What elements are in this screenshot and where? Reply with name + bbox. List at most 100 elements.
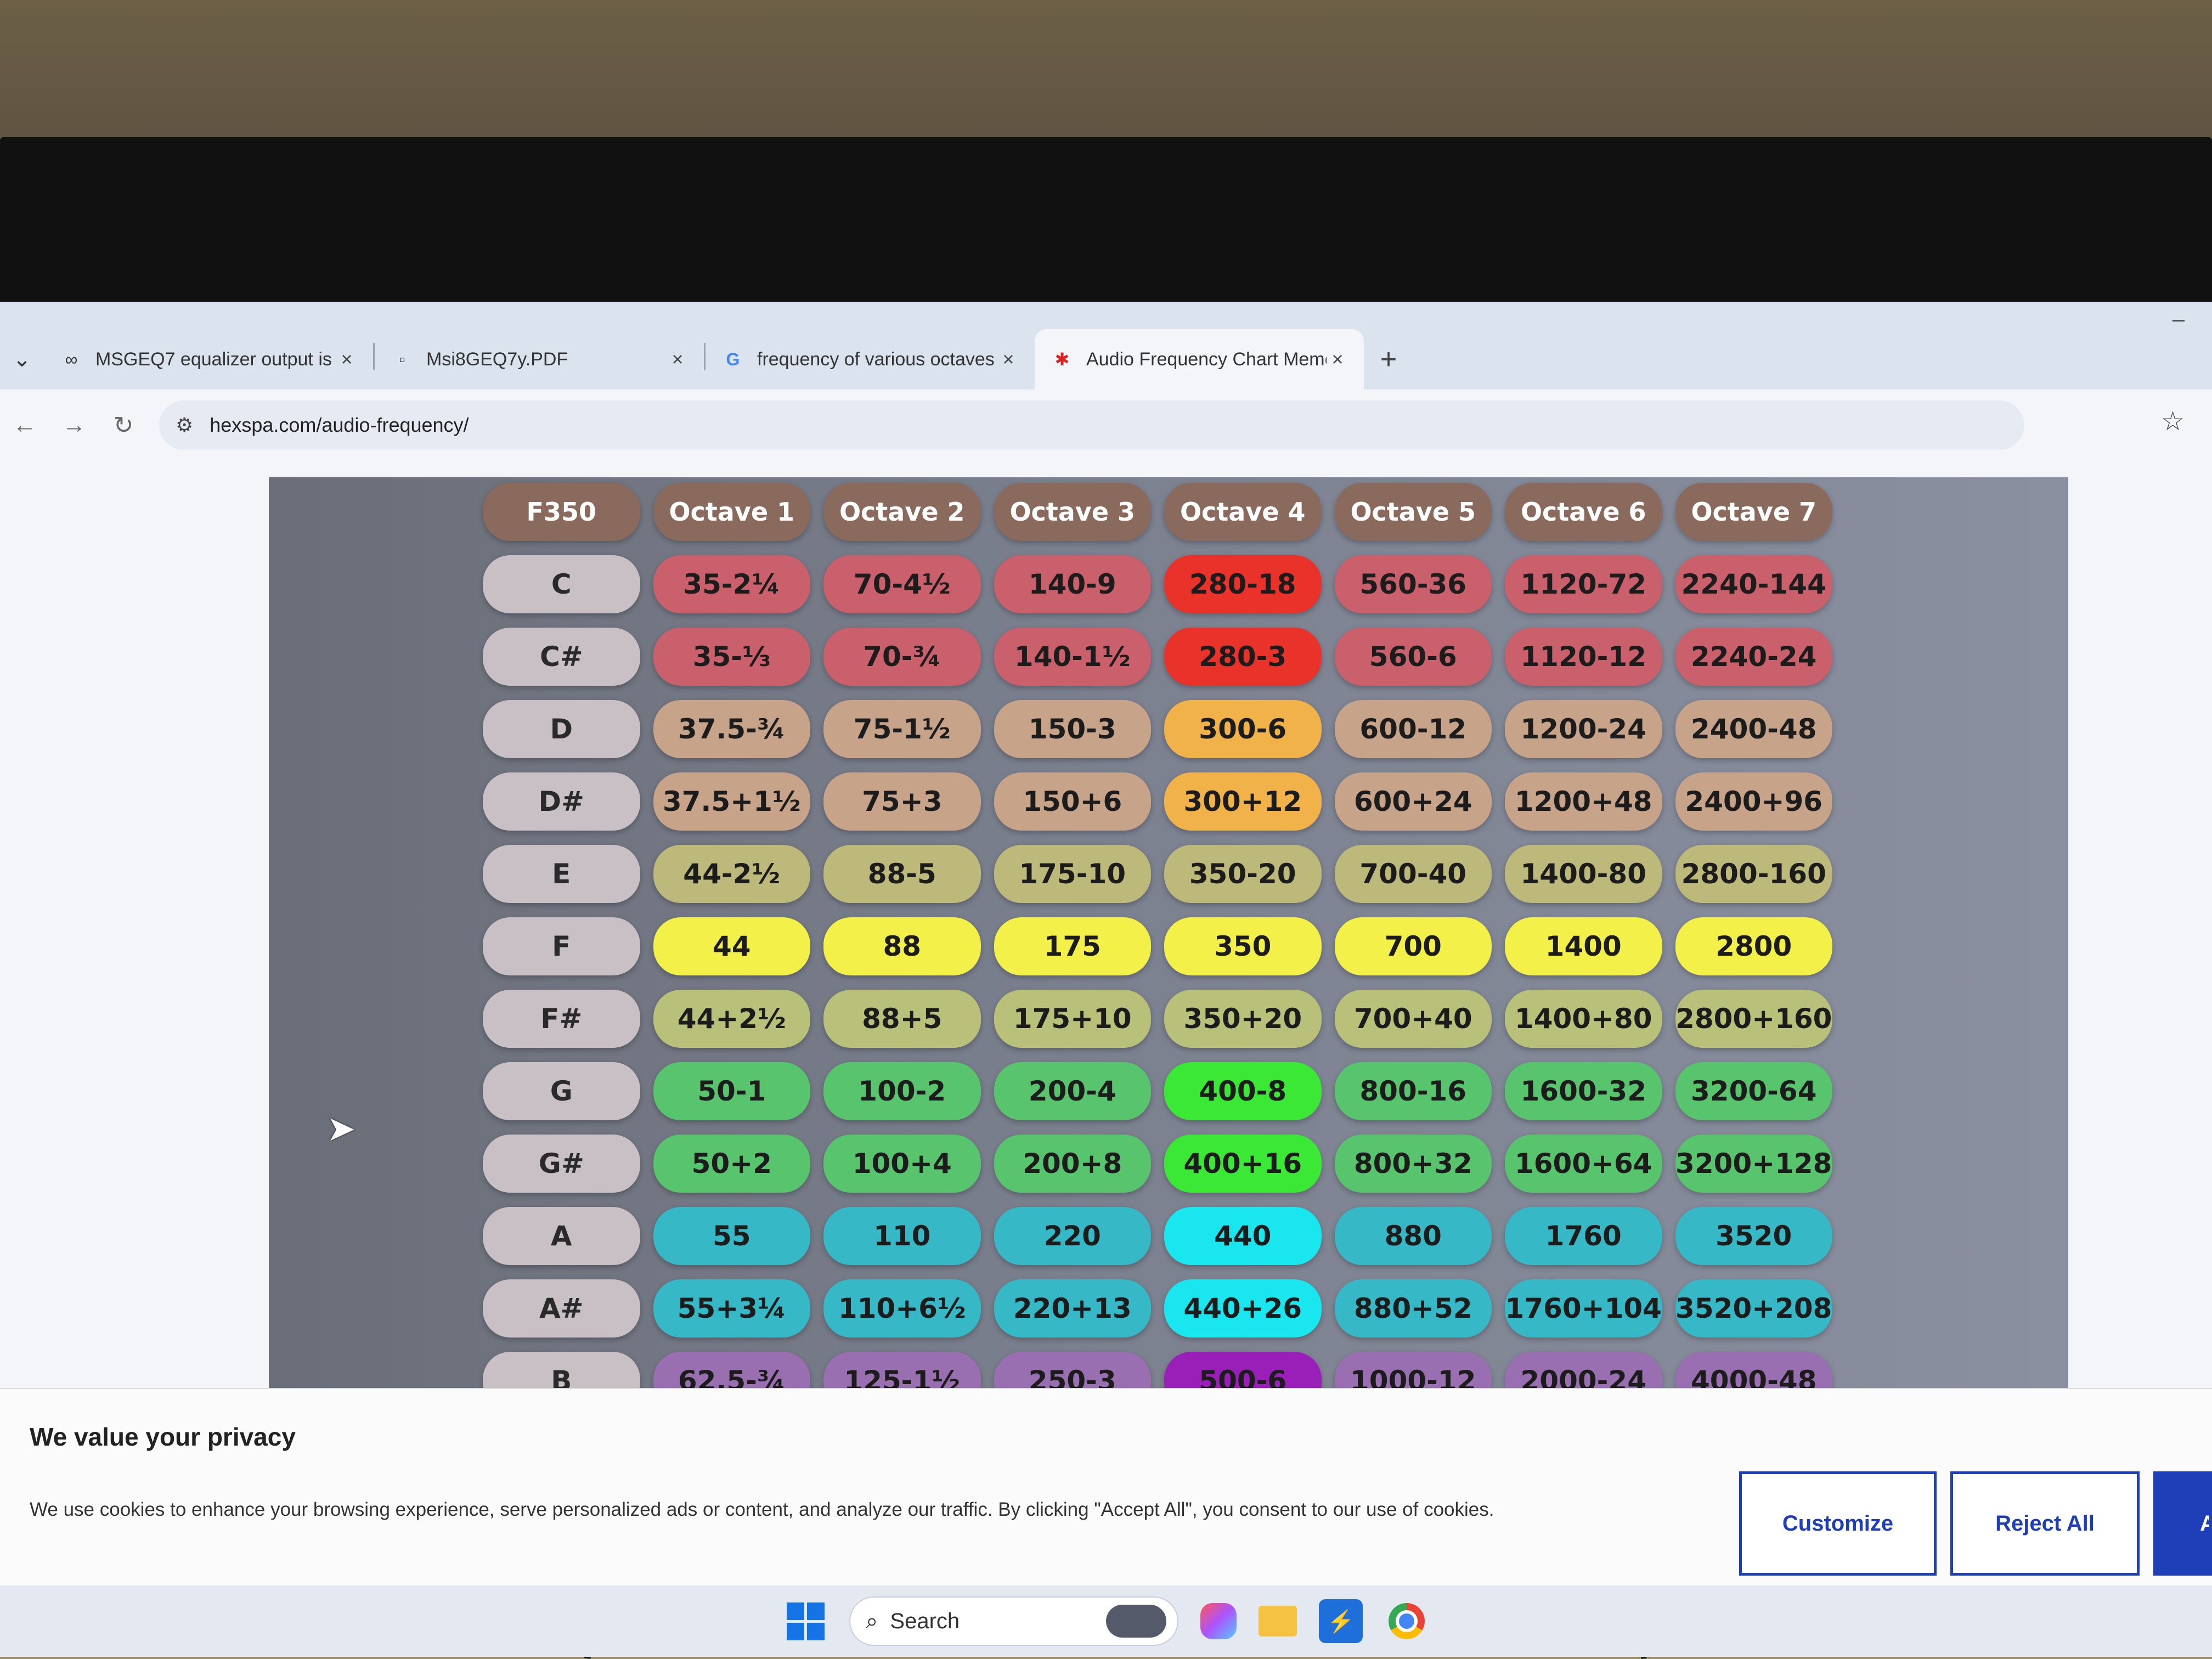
octave-header: Octave 1 xyxy=(653,483,810,541)
customize-button[interactable]: Customize xyxy=(1739,1471,1937,1576)
frequency-cell: 600+24 xyxy=(1334,772,1492,831)
search-icon: ⌕ xyxy=(866,1609,878,1633)
frequency-cell: 440+26 xyxy=(1164,1279,1322,1338)
tab-pdf[interactable]: ▫ Msi8GEQ7y.PDF × xyxy=(375,329,704,390)
tab-audio-frequency[interactable]: ✱ Audio Frequency Chart Memori × xyxy=(1035,329,1364,390)
cookie-banner: We value your privacy We use cookies to … xyxy=(0,1388,2212,1587)
file-explorer-icon[interactable] xyxy=(1259,1606,1297,1637)
monitor-frame: ⌄ ∞ MSGEQ7 equalizer output is us × ▫ Ms… xyxy=(0,137,2212,1657)
forward-icon[interactable]: → xyxy=(49,398,99,453)
frequency-table: F350 Octave 1 Octave 2 Octave 3 Octave 4 Octa… xyxy=(483,483,1832,1410)
frequency-cell: 175 xyxy=(994,917,1151,975)
frequency-cell: 88+5 xyxy=(823,990,981,1048)
frequency-cell: 1200+48 xyxy=(1505,772,1662,831)
frequency-cell: 2400-48 xyxy=(1675,700,1832,758)
hexspa-icon: ✱ xyxy=(1054,349,1070,369)
bookmark-star-icon[interactable]: ☆ xyxy=(2161,406,2185,437)
frequency-cell: 350-20 xyxy=(1164,845,1322,903)
frequency-cell: 3200-64 xyxy=(1675,1062,1832,1120)
frequency-cell: 1200-24 xyxy=(1505,700,1662,758)
pdf-icon: ▫ xyxy=(399,349,405,369)
frequency-cell: 3200+128 xyxy=(1675,1135,1832,1193)
frequency-cell: 350 xyxy=(1164,917,1322,975)
tab-search-button[interactable]: ⌄ xyxy=(0,329,44,390)
browser-toolbar: ← → ↻ ⚙ hexspa.com/audio-frequency/ ☆ xyxy=(0,390,2212,461)
frequency-cell: 2240-144 xyxy=(1675,555,1832,613)
url-text: hexspa.com/audio-frequency/ xyxy=(210,414,469,436)
page-content: F350 Octave 1 Octave 2 Octave 3 Octave 4 Octa… xyxy=(0,461,2212,1410)
screen: ⌄ ∞ MSGEQ7 equalizer output is us × ▫ Ms… xyxy=(0,302,2212,1657)
note-label: D# xyxy=(483,772,640,831)
tab-msgeq7[interactable]: ∞ MSGEQ7 equalizer output is us × xyxy=(44,329,373,390)
accept-all-button[interactable]: A xyxy=(2153,1471,2212,1576)
frequency-cell: 800+32 xyxy=(1334,1135,1492,1193)
mouse-cursor-icon: ➤ xyxy=(326,1109,356,1148)
table-corner-header: F350 xyxy=(483,483,640,541)
frequency-cell: 110 xyxy=(823,1207,981,1265)
octave-header: Octave 2 xyxy=(823,483,981,541)
back-icon[interactable]: ← xyxy=(0,398,49,453)
frequency-cell: 300-6 xyxy=(1164,700,1322,758)
new-tab-button[interactable]: + xyxy=(1364,329,1413,390)
frequency-cell: 35-2¼ xyxy=(653,555,810,613)
frequency-cell: 600-12 xyxy=(1334,700,1492,758)
taskbar: ⌕ Search ⚡ xyxy=(0,1585,2212,1657)
close-icon[interactable]: × xyxy=(336,348,358,371)
frequency-cell: 150+6 xyxy=(994,772,1151,831)
frequency-cell: 37.5-¾ xyxy=(653,700,810,758)
frequency-cell: 75+3 xyxy=(823,772,981,831)
frequency-cell: 280-18 xyxy=(1164,555,1322,613)
link-icon: ∞ xyxy=(65,349,78,369)
reject-all-button[interactable]: Reject All xyxy=(1950,1471,2140,1576)
frequency-cell: 175+10 xyxy=(994,990,1151,1048)
close-icon[interactable]: × xyxy=(1327,348,1348,371)
note-label: A# xyxy=(483,1279,640,1338)
search-placeholder: Search xyxy=(890,1609,960,1633)
site-info-icon[interactable]: ⚙ xyxy=(176,414,193,437)
octave-header: Octave 4 xyxy=(1164,483,1322,541)
frequency-cell: 1600-32 xyxy=(1505,1062,1662,1120)
frequency-cell: 700 xyxy=(1334,917,1492,975)
close-icon[interactable]: × xyxy=(997,348,1019,371)
tab-title: Audio Frequency Chart Memori xyxy=(1086,348,1327,370)
frequency-cell: 175-10 xyxy=(994,845,1151,903)
frequency-cell: 2240-24 xyxy=(1675,628,1832,686)
frequency-cell: 100+4 xyxy=(823,1135,981,1193)
address-bar[interactable]: ⚙ hexspa.com/audio-frequency/ xyxy=(159,400,2024,450)
frequency-cell: 400+16 xyxy=(1164,1135,1322,1193)
octave-header: Octave 5 xyxy=(1334,483,1492,541)
octave-header: Octave 7 xyxy=(1675,483,1832,541)
note-label: C# xyxy=(483,628,640,686)
frequency-cell: 700-40 xyxy=(1334,845,1492,903)
frequency-cell: 880 xyxy=(1334,1207,1492,1265)
taskbar-search[interactable]: ⌕ Search xyxy=(849,1596,1178,1646)
frequency-cell: 1120-12 xyxy=(1505,628,1662,686)
frequency-cell: 88-5 xyxy=(823,845,981,903)
note-label: A xyxy=(483,1207,640,1265)
frequency-cell: 1400+80 xyxy=(1505,990,1662,1048)
frequency-cell: 70-¾ xyxy=(823,628,981,686)
reload-icon[interactable]: ↻ xyxy=(99,398,148,453)
cookie-title: We value your privacy xyxy=(30,1423,296,1451)
frequency-cell: 200+8 xyxy=(994,1135,1151,1193)
minimize-button[interactable]: – xyxy=(2172,307,2185,332)
search-highlight-icon xyxy=(1106,1605,1166,1638)
chrome-icon[interactable] xyxy=(1385,1599,1429,1643)
frequency-cell: 1760+104 xyxy=(1505,1279,1662,1338)
frequency-cell: 150-3 xyxy=(994,700,1151,758)
frequency-cell: 220+13 xyxy=(994,1279,1151,1338)
frequency-cell: 55+3¼ xyxy=(653,1279,810,1338)
frequency-cell: 2800-160 xyxy=(1675,845,1832,903)
note-label: G xyxy=(483,1062,640,1120)
windows-start-icon[interactable] xyxy=(783,1599,827,1643)
tab-google[interactable]: G frequency of various octaves - ( × xyxy=(706,329,1035,390)
frequency-cell: 1760 xyxy=(1505,1207,1662,1265)
store-icon[interactable]: ⚡ xyxy=(1319,1599,1363,1643)
close-icon[interactable]: × xyxy=(667,348,689,371)
frequency-cell: 55 xyxy=(653,1207,810,1265)
frequency-cell: 400-8 xyxy=(1164,1062,1322,1120)
frequency-cell: 88 xyxy=(823,917,981,975)
frequency-cell: 220 xyxy=(994,1207,1151,1265)
frequency-cell: 3520 xyxy=(1675,1207,1832,1265)
copilot-icon[interactable] xyxy=(1200,1603,1237,1639)
